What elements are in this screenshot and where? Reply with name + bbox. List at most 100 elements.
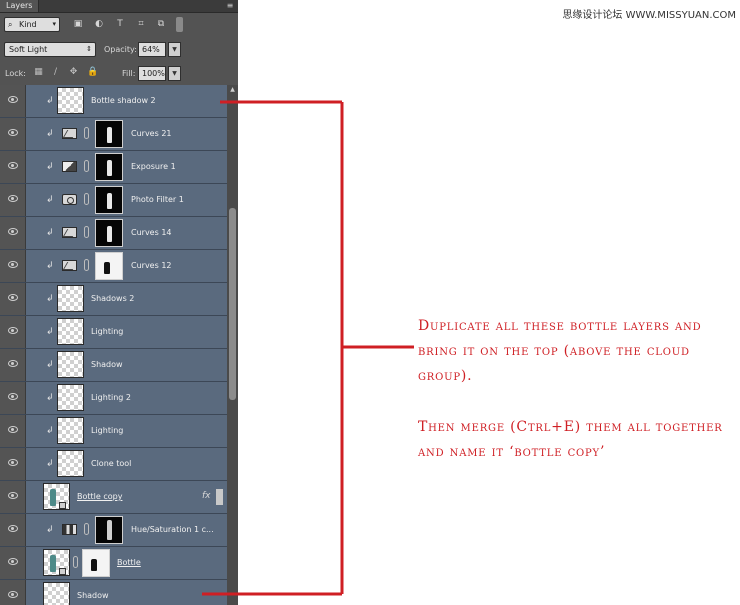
layer-name[interactable]: Photo Filter 1 xyxy=(131,184,184,216)
visibility-toggle[interactable] xyxy=(0,448,26,480)
visibility-toggle[interactable] xyxy=(0,151,26,183)
layer-thumbnail[interactable] xyxy=(57,318,84,345)
lock-all-icon[interactable]: 🔒 xyxy=(87,66,98,79)
filter-kind-select[interactable]: ⌕ Kind ▾ xyxy=(4,17,60,32)
layer-mask-thumbnail[interactable] xyxy=(95,153,123,181)
visibility-toggle[interactable] xyxy=(0,415,26,447)
layer-row[interactable]: ↲ Lighting xyxy=(0,316,227,349)
visibility-toggle[interactable] xyxy=(0,250,26,282)
visibility-toggle[interactable] xyxy=(0,316,26,348)
layer-thumbnail[interactable] xyxy=(57,384,84,411)
layer-row[interactable]: Bottle copy fx xyxy=(0,481,227,514)
blend-mode-select[interactable]: Soft Light ⇕ xyxy=(4,42,96,57)
layer-name[interactable]: Lighting xyxy=(91,316,123,348)
photo-adjustment-icon[interactable] xyxy=(62,194,77,205)
mask-link-icon[interactable] xyxy=(84,226,89,238)
layer-thumbnail[interactable] xyxy=(57,351,84,378)
visibility-toggle[interactable] xyxy=(0,547,26,579)
layer-row[interactable]: ↲ Curves 21 xyxy=(0,118,227,151)
layer-name[interactable]: Lighting xyxy=(91,415,123,447)
layer-name[interactable]: Shadow xyxy=(91,349,123,381)
adjustment-filter-icon[interactable]: ◐ xyxy=(93,19,105,30)
layer-name[interactable]: Curves 12 xyxy=(131,250,172,282)
mask-link-icon[interactable] xyxy=(84,127,89,139)
visibility-toggle[interactable] xyxy=(0,382,26,414)
scrollbar-thumb[interactable] xyxy=(229,208,236,400)
fill-field[interactable]: 100% xyxy=(138,66,166,81)
layer-row[interactable]: Shadow xyxy=(0,580,227,605)
layer-row[interactable]: ↲ Hue/Saturation 1 c... xyxy=(0,514,227,547)
annotation-paragraph-merge: Then merge (Ctrl+E) them all together an… xyxy=(418,419,723,460)
layer-list-scrollbar[interactable]: ▲ xyxy=(227,85,238,605)
layer-thumbnail[interactable] xyxy=(57,285,84,312)
lock-move-icon[interactable]: ✥ xyxy=(68,66,79,79)
layer-row[interactable]: ↲ Exposure 1 xyxy=(0,151,227,184)
opacity-field[interactable]: 64% xyxy=(138,42,166,57)
layer-name[interactable]: Bottle shadow 2 xyxy=(91,85,156,117)
layer-row[interactable]: ↲ Shadow xyxy=(0,349,227,382)
exposure-adjustment-icon[interactable] xyxy=(62,161,77,172)
layer-name[interactable]: Shadow xyxy=(77,580,109,605)
layer-name[interactable]: Curves 14 xyxy=(131,217,172,249)
layer-name[interactable]: Lighting 2 xyxy=(91,382,131,414)
filter-toggle-switch[interactable] xyxy=(176,17,183,32)
mask-link-icon[interactable] xyxy=(84,193,89,205)
layer-row[interactable]: ↲ Photo Filter 1 xyxy=(0,184,227,217)
layer-thumbnail[interactable] xyxy=(57,87,84,114)
layer-mask-thumbnail[interactable] xyxy=(95,186,123,214)
visibility-toggle[interactable] xyxy=(0,118,26,150)
layer-name[interactable]: Hue/Saturation 1 c... xyxy=(131,514,214,546)
scroll-up-icon[interactable]: ▲ xyxy=(227,85,238,95)
layer-name[interactable]: Clone tool xyxy=(91,448,131,480)
pixel-filter-icon[interactable]: ▣ xyxy=(72,19,84,30)
effects-expand-arrow[interactable] xyxy=(216,489,223,505)
mask-link-icon[interactable] xyxy=(73,556,78,568)
visibility-toggle[interactable] xyxy=(0,85,26,117)
layer-row[interactable]: Bottle xyxy=(0,547,227,580)
visibility-toggle[interactable] xyxy=(0,580,26,605)
layer-row[interactable]: ↲ Clone tool xyxy=(0,448,227,481)
visibility-toggle[interactable] xyxy=(0,481,26,513)
fill-dropdown-button[interactable]: ▼ xyxy=(168,66,181,81)
layer-row[interactable]: ↲ Bottle shadow 2 xyxy=(0,85,227,118)
curves-adjustment-icon[interactable] xyxy=(62,227,77,238)
type-filter-icon[interactable]: T xyxy=(114,19,126,30)
layer-mask-thumbnail[interactable] xyxy=(95,516,123,544)
panel-menu-icon[interactable]: ≡ xyxy=(224,0,236,12)
layer-row[interactable]: ↲ Curves 14 xyxy=(0,217,227,250)
mask-link-icon[interactable] xyxy=(84,523,89,535)
visibility-toggle[interactable] xyxy=(0,349,26,381)
layer-name[interactable]: Bottle xyxy=(117,547,141,579)
layer-mask-thumbnail[interactable] xyxy=(95,120,123,148)
lock-transparent-icon[interactable]: ▦ xyxy=(33,66,44,79)
layer-row[interactable]: ↲ Lighting xyxy=(0,415,227,448)
lock-brush-icon[interactable]: ∕ xyxy=(50,66,61,79)
layer-mask-thumbnail[interactable] xyxy=(95,252,123,280)
layer-name[interactable]: Shadows 2 xyxy=(91,283,134,315)
layer-row[interactable]: ↲ Shadows 2 xyxy=(0,283,227,316)
layer-row[interactable]: ↲ Curves 12 xyxy=(0,250,227,283)
layer-mask-thumbnail[interactable] xyxy=(95,219,123,247)
layer-thumbnail[interactable] xyxy=(57,417,84,444)
opacity-dropdown-button[interactable]: ▼ xyxy=(168,42,181,57)
layer-effects-icon[interactable]: fx xyxy=(202,490,211,502)
huesat-adjustment-icon[interactable] xyxy=(62,524,77,535)
visibility-toggle[interactable] xyxy=(0,514,26,546)
smart-object-filter-icon[interactable]: ⧉ xyxy=(155,19,167,30)
curves-adjustment-icon[interactable] xyxy=(62,260,77,271)
layer-name[interactable]: Curves 21 xyxy=(131,118,172,150)
layer-name[interactable]: Bottle copy xyxy=(77,481,122,513)
layer-thumbnail[interactable] xyxy=(57,450,84,477)
curves-adjustment-icon[interactable] xyxy=(62,128,77,139)
tab-layers[interactable]: Layers xyxy=(0,0,40,12)
layer-mask-thumbnail[interactable] xyxy=(82,549,110,577)
layer-thumbnail[interactable] xyxy=(43,582,70,605)
mask-link-icon[interactable] xyxy=(84,160,89,172)
mask-link-icon[interactable] xyxy=(84,259,89,271)
layer-name[interactable]: Exposure 1 xyxy=(131,151,176,183)
visibility-toggle[interactable] xyxy=(0,184,26,216)
layer-row[interactable]: ↲ Lighting 2 xyxy=(0,382,227,415)
shape-filter-icon[interactable]: ⌗ xyxy=(135,19,147,30)
visibility-toggle[interactable] xyxy=(0,283,26,315)
visibility-toggle[interactable] xyxy=(0,217,26,249)
